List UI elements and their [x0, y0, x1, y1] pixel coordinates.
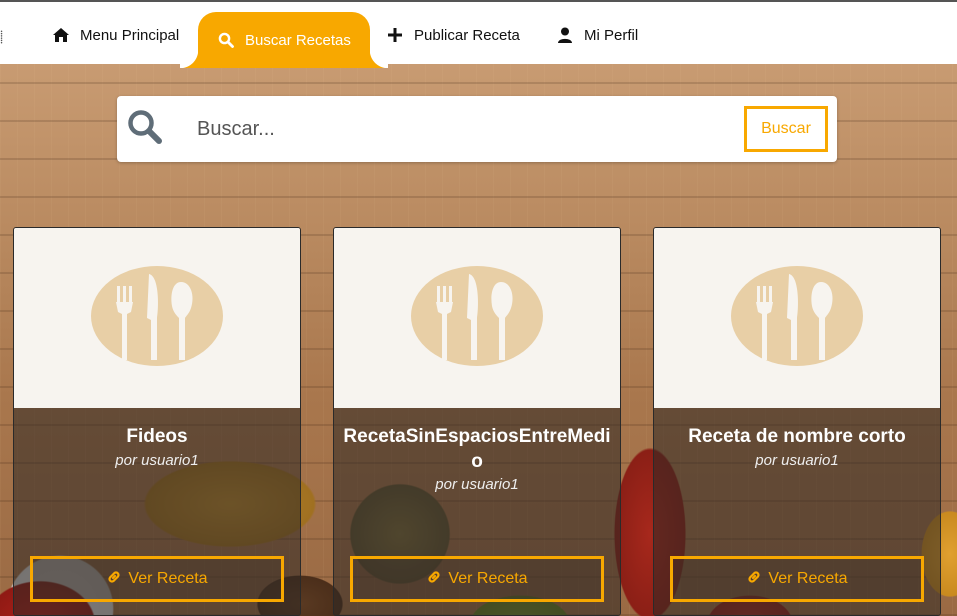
top-nav: ⸽ Menu Principal Buscar Recetas Publicar…: [0, 0, 957, 68]
tab-label: Mi Perfil: [584, 26, 639, 44]
recipe-image-placeholder: [334, 228, 620, 408]
recipe-title: Fideos: [126, 426, 188, 447]
home-icon: [52, 26, 70, 44]
recipe-image-placeholder: [14, 228, 300, 408]
view-recipe-button[interactable]: Ver Receta: [30, 556, 284, 602]
search-button[interactable]: Buscar: [744, 106, 828, 152]
search-icon: [125, 108, 165, 148]
view-recipe-label: Ver Receta: [128, 570, 208, 587]
recipe-card: Receta de nombre corto por usuario1 Ver …: [653, 227, 941, 616]
link-icon: [106, 569, 122, 590]
utensils-icon: [91, 265, 223, 371]
tab-label: Menu Principal: [80, 26, 180, 44]
tab-menu-principal[interactable]: Menu Principal: [34, 12, 197, 58]
nav-edge-mark: ⸽: [0, 30, 4, 44]
utensils-icon: [731, 265, 863, 371]
link-icon: [746, 569, 762, 590]
tab-buscar-recetas[interactable]: Buscar Recetas: [180, 12, 388, 68]
tab-mi-perfil[interactable]: Mi Perfil: [538, 12, 656, 58]
plus-icon: [386, 26, 404, 44]
view-recipe-label: Ver Receta: [768, 570, 848, 587]
view-recipe-button[interactable]: Ver Receta: [670, 556, 924, 602]
search-icon: [217, 31, 235, 49]
recipe-author: por usuario1: [435, 476, 519, 493]
utensils-icon: [411, 265, 543, 371]
recipe-image-placeholder: [654, 228, 940, 408]
tab-label: Buscar Recetas: [245, 31, 351, 49]
view-recipe-label: Ver Receta: [448, 570, 528, 587]
view-recipe-button[interactable]: Ver Receta: [350, 556, 604, 602]
link-icon: [426, 569, 442, 590]
user-icon: [556, 26, 574, 44]
recipe-card: RecetaSinEspaciosEntreMedio por usuario1…: [333, 227, 621, 616]
tab-publicar-receta[interactable]: Publicar Receta: [368, 12, 538, 58]
recipe-author: por usuario1: [755, 452, 839, 469]
recipe-card: Fideos por usuario1 Ver Receta: [13, 227, 301, 616]
search-bar: Buscar: [117, 96, 837, 162]
recipe-title: Receta de nombre corto: [688, 426, 906, 447]
tab-label: Publicar Receta: [414, 26, 520, 44]
recipe-author: por usuario1: [115, 452, 199, 469]
recipe-title: RecetaSinEspaciosEntreMedio: [343, 426, 611, 472]
search-input[interactable]: [197, 110, 737, 148]
